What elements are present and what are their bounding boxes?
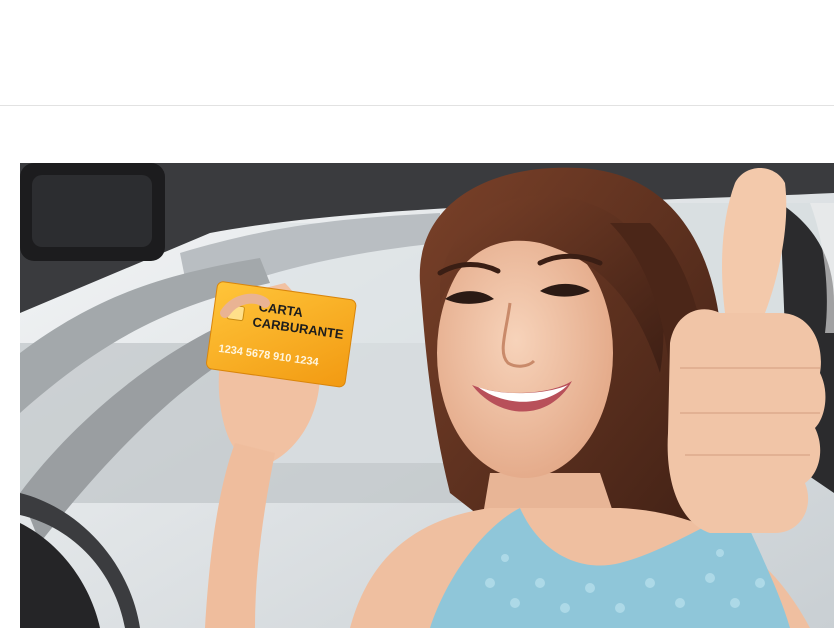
header-divider [0,105,834,106]
hero-photo: CARTA CARBURANTE 1234 5678 910 1234 [20,163,834,628]
photo-illustration: CARTA CARBURANTE 1234 5678 910 1234 [20,163,834,628]
page: CARTA CARBURANTE 1234 5678 910 1234 [0,0,834,632]
fuel-card: CARTA CARBURANTE 1234 5678 910 1234 [206,281,357,388]
thumbs-up-hand [667,309,826,533]
header-area [0,0,834,106]
